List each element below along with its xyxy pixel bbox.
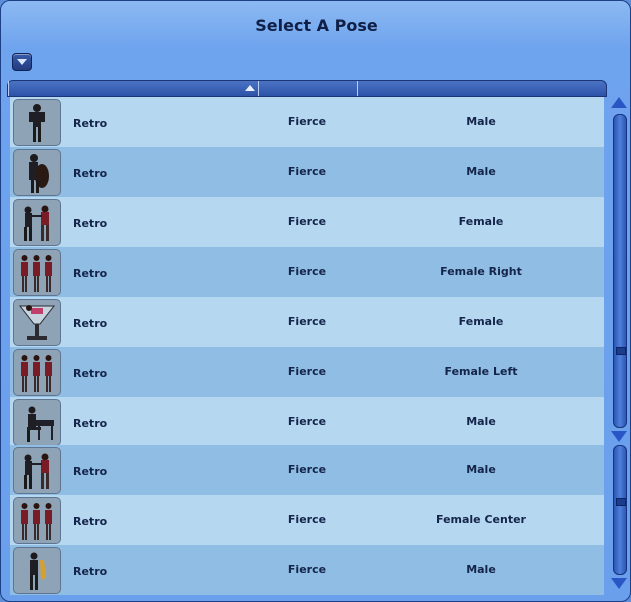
cell-style: Retro xyxy=(73,217,108,230)
cell-mood: Fierce xyxy=(287,463,327,476)
pose-thumbnail-icon xyxy=(13,249,61,296)
cell-gender: Male xyxy=(466,165,496,178)
cell-style: Retro xyxy=(73,167,108,180)
pose-dialog: Select A Pose Retro Fierce Male Retro Fi… xyxy=(0,0,631,602)
pose-thumbnail-icon xyxy=(13,149,61,196)
cell-mood: Fierce xyxy=(287,215,327,228)
scroll-down-icon[interactable] xyxy=(610,429,628,445)
cell-gender: Female xyxy=(458,315,504,328)
cell-style: Retro xyxy=(73,565,108,578)
table-row[interactable]: Retro Fierce Female Center xyxy=(10,495,604,545)
cell-gender: Male xyxy=(466,563,496,576)
cell-mood: Fierce xyxy=(287,563,327,576)
scrollbar-thumb[interactable] xyxy=(616,498,626,506)
collapse-icon[interactable] xyxy=(12,53,32,71)
dialog-title: Select A Pose xyxy=(255,16,378,35)
scrollbar-thumb[interactable] xyxy=(616,347,626,355)
scrollbar-track[interactable] xyxy=(613,114,627,428)
header-col-gender[interactable] xyxy=(8,81,9,96)
sort-ascending-icon xyxy=(245,85,255,91)
column-header xyxy=(7,80,607,97)
pose-thumbnail-icon xyxy=(13,497,61,544)
cell-mood: Fierce xyxy=(287,415,327,428)
table-row[interactable]: Retro Fierce Female xyxy=(10,197,604,247)
cell-gender: Female Center xyxy=(436,513,526,526)
table-row[interactable]: Retro Fierce Female Right xyxy=(10,247,604,297)
pose-thumbnail-icon xyxy=(13,399,61,446)
header-col-style[interactable] xyxy=(8,81,259,96)
scroll-down-icon[interactable] xyxy=(610,576,628,592)
cell-gender: Female xyxy=(458,215,504,228)
pose-thumbnail-icon xyxy=(13,299,61,346)
pose-thumbnail-icon xyxy=(13,99,61,146)
header-col-mood[interactable] xyxy=(259,81,358,96)
table-row[interactable]: Retro Fierce Male xyxy=(10,397,604,447)
scroll-up-icon[interactable] xyxy=(610,96,628,112)
cell-mood: Fierce xyxy=(287,365,327,378)
cell-gender: Female Left xyxy=(444,365,518,378)
table-row[interactable]: Retro Fierce Male xyxy=(10,545,604,595)
cell-style: Retro xyxy=(73,515,108,528)
cell-style: Retro xyxy=(73,317,108,330)
table-row[interactable]: Retro Fierce Male xyxy=(10,97,604,147)
cell-gender: Male xyxy=(466,415,496,428)
pose-thumbnail-icon xyxy=(13,447,61,494)
cell-mood: Fierce xyxy=(287,265,327,278)
pose-thumbnail-icon xyxy=(13,547,61,594)
table-row[interactable]: Retro Fierce Male xyxy=(10,445,604,495)
cell-mood: Fierce xyxy=(287,513,327,526)
scrollbar-track[interactable] xyxy=(613,445,627,575)
cell-style: Retro xyxy=(73,465,108,478)
table-row[interactable]: Retro Fierce Male xyxy=(10,147,604,197)
table-row[interactable]: Retro Fierce Female xyxy=(10,297,604,347)
pose-thumbnail-icon xyxy=(13,199,61,246)
cell-style: Retro xyxy=(73,267,108,280)
table-row[interactable]: Retro Fierce Female Left xyxy=(10,347,604,397)
cell-mood: Fierce xyxy=(287,165,327,178)
cell-style: Retro xyxy=(73,367,108,380)
cell-gender: Female Right xyxy=(440,265,522,278)
cell-gender: Male xyxy=(466,463,496,476)
cell-gender: Male xyxy=(466,115,496,128)
cell-style: Retro xyxy=(73,117,108,130)
pose-thumbnail-icon xyxy=(13,349,61,396)
cell-style: Retro xyxy=(73,417,108,430)
cell-mood: Fierce xyxy=(287,315,327,328)
pose-list: Retro Fierce Male Retro Fierce Male Retr… xyxy=(10,97,604,595)
cell-mood: Fierce xyxy=(287,115,327,128)
